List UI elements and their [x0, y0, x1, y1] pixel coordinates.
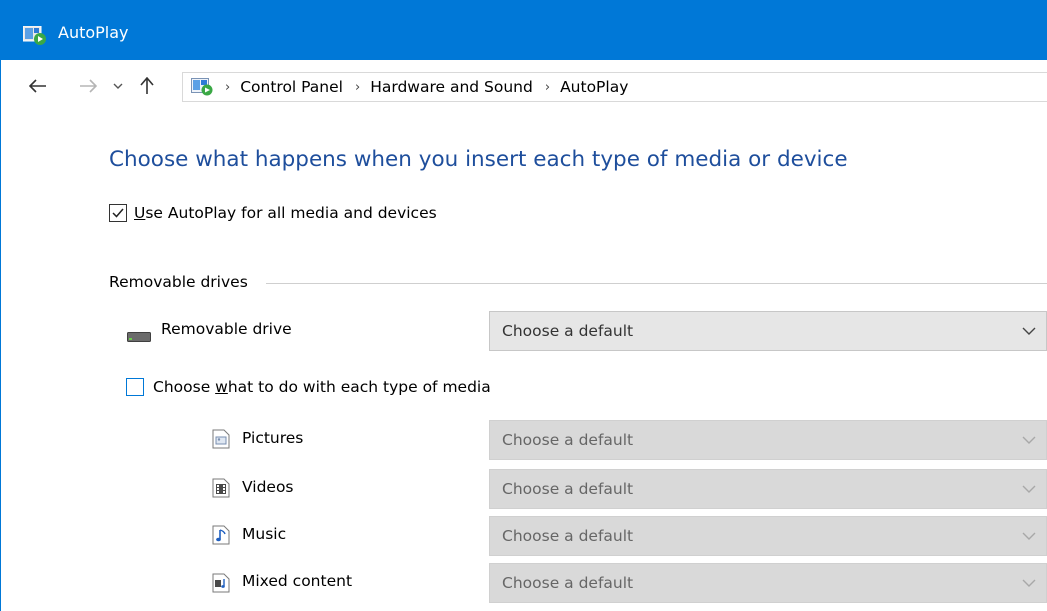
- media-types-label-pre: Choose: [153, 378, 216, 396]
- chevron-down-icon: [1022, 436, 1036, 444]
- chevron-down-icon: [1022, 327, 1036, 335]
- breadcrumb-control-panel[interactable]: Control Panel: [240, 78, 343, 96]
- music-select-value: Choose a default: [502, 527, 634, 545]
- mixed-content-select[interactable]: Choose a default: [489, 563, 1047, 603]
- breadcrumb-hardware-and-sound[interactable]: Hardware and Sound: [370, 78, 533, 96]
- arrow-right-icon: [80, 79, 97, 93]
- recent-locations-button[interactable]: [109, 74, 127, 98]
- navigation-bar: › Control Panel › Hardware and Sound › A…: [1, 60, 1047, 112]
- pictures-select[interactable]: Choose a default: [489, 420, 1047, 460]
- media-types-label[interactable]: Choose what to do with each type of medi…: [153, 378, 491, 396]
- media-types-checkbox[interactable]: [126, 378, 144, 396]
- arrow-up-icon: [140, 77, 154, 94]
- mixed-content-icon: [212, 573, 230, 593]
- mixed-content-select-value: Choose a default: [502, 574, 634, 592]
- videos-select[interactable]: Choose a default: [489, 469, 1047, 509]
- group-divider: [266, 283, 1047, 284]
- chevron-down-icon: [113, 83, 123, 89]
- media-label-music: Music: [242, 525, 287, 543]
- autoplay-app-icon: [23, 26, 46, 45]
- media-types-label-post: hat to do with each type of media: [227, 378, 491, 396]
- removable-drives-group-label: Removable drives: [109, 273, 248, 291]
- breadcrumb-autoplay[interactable]: AutoPlay: [560, 78, 628, 96]
- use-autoplay-label[interactable]: Use AutoPlay for all media and devices: [134, 204, 437, 222]
- forward-button[interactable]: [75, 74, 101, 98]
- chevron-down-icon: [1022, 485, 1036, 493]
- videos-icon: [212, 478, 230, 498]
- music-select[interactable]: Choose a default: [489, 516, 1047, 556]
- up-button[interactable]: [135, 74, 159, 98]
- removable-drive-label: Removable drive: [161, 320, 292, 338]
- window-title: AutoPlay: [58, 23, 129, 42]
- chevron-down-icon: [1022, 532, 1036, 540]
- use-autoplay-checkbox[interactable]: [109, 204, 127, 222]
- videos-select-value: Choose a default: [502, 480, 634, 498]
- removable-drive-select-value: Choose a default: [502, 322, 634, 340]
- music-icon: [212, 525, 230, 545]
- address-bar[interactable]: › Control Panel › Hardware and Sound › A…: [182, 72, 1047, 102]
- back-button[interactable]: [25, 74, 51, 98]
- use-autoplay-label-accesskey: U: [134, 204, 146, 222]
- use-autoplay-label-text: se AutoPlay for all media and devices: [145, 204, 437, 222]
- breadcrumb-separator-icon: ›: [544, 79, 551, 95]
- breadcrumb-separator-icon: ›: [354, 79, 361, 95]
- autoplay-window: AutoPlay › Control Panel › Hardware and …: [0, 0, 1047, 611]
- checkmark-icon: [112, 208, 124, 218]
- title-bar[interactable]: AutoPlay: [1, 0, 1047, 60]
- removable-drive-icon: [127, 332, 151, 342]
- removable-drive-select[interactable]: Choose a default: [489, 311, 1047, 351]
- media-label-pictures: Pictures: [242, 429, 304, 447]
- media-label-videos: Videos: [242, 478, 294, 496]
- control-panel-icon: [191, 78, 213, 96]
- chevron-down-icon: [1022, 579, 1036, 587]
- page-title: Choose what happens when you insert each…: [109, 147, 848, 172]
- media-types-label-accesskey: w: [215, 378, 228, 396]
- media-label-mixed-content: Mixed content: [242, 572, 353, 590]
- pictures-select-value: Choose a default: [502, 431, 634, 449]
- pictures-icon: [212, 429, 230, 449]
- arrow-left-icon: [29, 79, 46, 93]
- breadcrumb-separator-icon: ›: [225, 79, 231, 95]
